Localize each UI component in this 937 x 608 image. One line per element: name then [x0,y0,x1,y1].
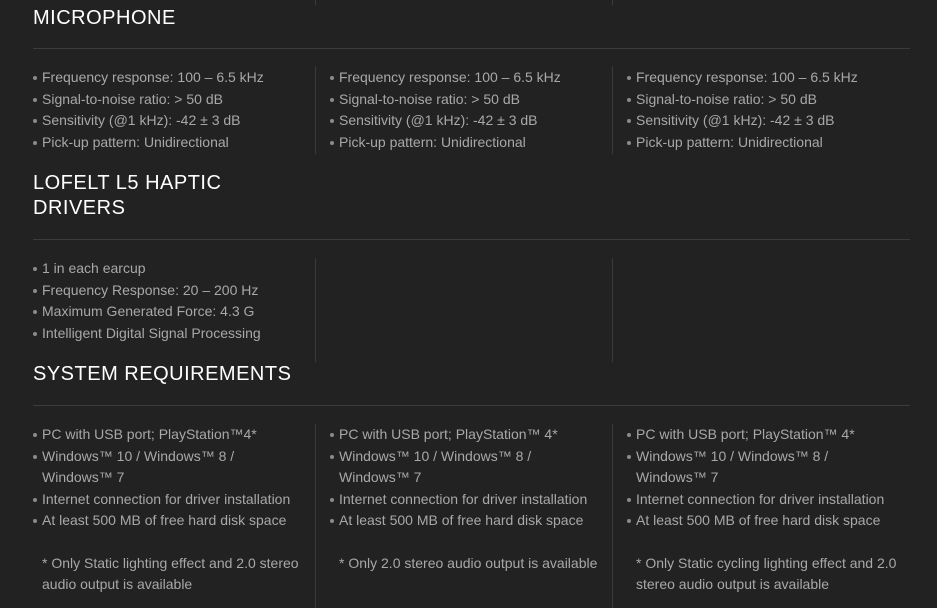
section-rule [33,48,910,49]
list-item: PC with USB port; PlayStation™ 4* [627,424,917,446]
list-item: Internet connection for driver installat… [33,489,313,511]
system-specs-col-3: PC with USB port; PlayStation™ 4* Window… [627,424,917,532]
list-item: Sensitivity (@1 kHz): -42 ± 3 dB [33,110,303,132]
system-note-col-1: * Only Static lighting effect and 2.0 st… [42,555,299,592]
column-divider [315,66,316,154]
haptic-heading: LOFELT L5 HAPTIC DRIVERS [33,171,221,221]
list-item: Sensitivity (@1 kHz): -42 ± 3 dB [330,110,600,132]
list-item: Frequency response: 100 – 6.5 kHz [627,67,897,89]
haptic-heading-line-1: LOFELT L5 HAPTIC [33,172,222,194]
system-specs-col-1: PC with USB port; PlayStation™4* Windows… [33,424,313,532]
microphone-specs-col-3: Frequency response: 100 – 6.5 kHz Signal… [627,67,897,153]
list-item: Internet connection for driver installat… [330,489,610,511]
column-divider [315,424,316,608]
column-divider [612,424,613,608]
microphone-heading: MICROPHONE [33,7,176,29]
system-note-col-3: * Only Static cycling lighting effect an… [636,555,897,592]
haptic-heading-line-2: DRIVERS [33,197,126,219]
list-item: Pick-up pattern: Unidirectional [330,132,600,154]
column-divider [612,66,613,154]
list-item: Frequency response: 100 – 6.5 kHz [330,67,600,89]
list-item: Signal-to-noise ratio: > 50 dB [330,89,600,111]
list-item: Signal-to-noise ratio: > 50 dB [627,89,897,111]
list-item: Intelligent Digital Signal Processing [33,323,303,345]
column-divider [612,0,613,5]
system-specs-col-2: PC with USB port; PlayStation™ 4* Window… [330,424,610,532]
system-requirements-heading: SYSTEM REQUIREMENTS [33,363,292,385]
list-item: Pick-up pattern: Unidirectional [33,132,303,154]
list-item: Frequency Response: 20 – 200 Hz [33,280,303,302]
list-item: PC with USB port; PlayStation™4* [33,424,313,446]
system-note-col-2: * Only 2.0 stereo audio output is availa… [339,555,598,571]
column-divider [612,258,613,362]
list-item: Windows™ 10 / Windows™ 8 / Windows™ 7 [330,446,539,489]
list-item: Pick-up pattern: Unidirectional [627,132,897,154]
section-rule [33,405,910,406]
list-item: Signal-to-noise ratio: > 50 dB [33,89,303,111]
microphone-specs-col-1: Frequency response: 100 – 6.5 kHz Signal… [33,67,303,153]
section-rule [33,239,910,240]
list-item: Frequency response: 100 – 6.5 kHz [33,67,303,89]
list-item: Sensitivity (@1 kHz): -42 ± 3 dB [627,110,897,132]
list-item: Internet connection for driver installat… [627,489,917,511]
list-item: Maximum Generated Force: 4.3 G [33,301,303,323]
list-item: At least 500 MB of free hard disk space [627,510,917,532]
list-item: Windows™ 10 / Windows™ 8 / Windows™ 7 [627,446,836,489]
list-item: PC with USB port; PlayStation™ 4* [330,424,610,446]
list-item: Windows™ 10 / Windows™ 8 / Windows™ 7 [33,446,242,489]
list-item: At least 500 MB of free hard disk space [330,510,610,532]
column-divider [315,258,316,362]
microphone-specs-col-2: Frequency response: 100 – 6.5 kHz Signal… [330,67,600,153]
list-item: 1 in each earcup [33,258,303,280]
haptic-specs-col-1: 1 in each earcup Frequency Response: 20 … [33,258,303,344]
column-divider [315,0,316,5]
list-item: At least 500 MB of free hard disk space [33,510,313,532]
